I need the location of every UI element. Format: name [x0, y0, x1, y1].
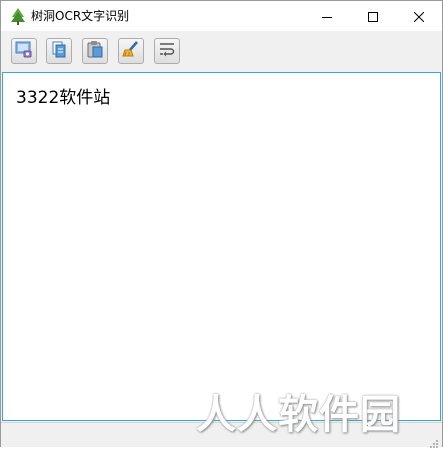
wrap-text-icon: [158, 40, 176, 62]
open-file-icon: [50, 40, 68, 62]
maximize-icon: [368, 7, 378, 26]
toolbar: [1, 31, 442, 71]
clear-brush-icon: [122, 40, 140, 62]
clipboard-icon: [86, 40, 104, 62]
minimize-icon: [322, 7, 332, 26]
clipboard-button[interactable]: [82, 38, 108, 64]
ocr-result-text[interactable]: 3322软件站: [16, 87, 110, 109]
status-bar: [1, 422, 442, 448]
window-title: 树洞OCR文字识别: [31, 9, 130, 23]
wrap-text-button[interactable]: [154, 38, 180, 64]
open-file-button[interactable]: [46, 38, 72, 64]
close-button[interactable]: [396, 1, 442, 31]
minimize-button[interactable]: [304, 1, 350, 31]
screenshot-icon: [15, 40, 33, 62]
app-window: 树洞OCR文字识别 3322软件站: [0, 0, 443, 448]
clear-button[interactable]: [118, 38, 144, 64]
screenshot-button[interactable]: [11, 38, 37, 64]
maximize-button[interactable]: [350, 1, 396, 31]
ocr-text-area[interactable]: 3322软件站: [2, 72, 441, 421]
title-bar[interactable]: 树洞OCR文字识别: [1, 1, 442, 31]
close-icon: [413, 7, 425, 26]
tree-icon: [10, 7, 26, 25]
resize-grip-icon[interactable]: [429, 434, 439, 448]
